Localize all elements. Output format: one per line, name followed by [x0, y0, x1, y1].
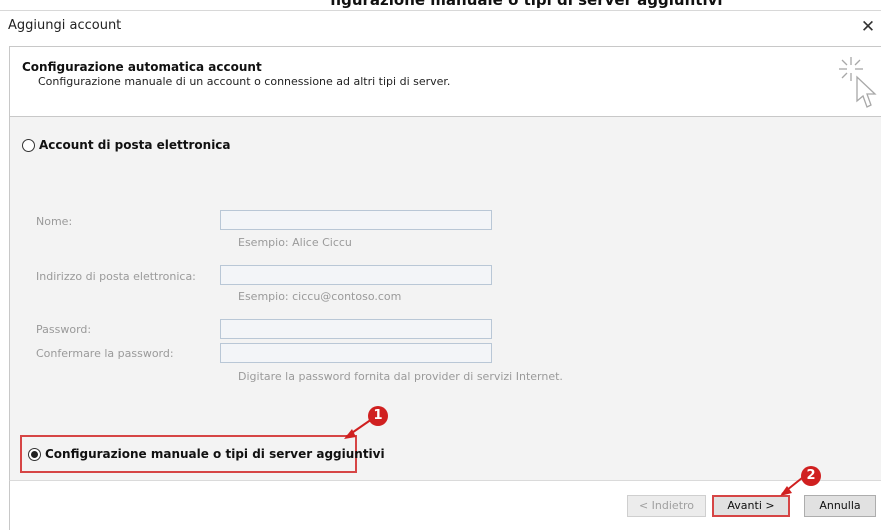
annotation-badge-2: 2 [801, 466, 821, 486]
password-label: Password: [36, 323, 92, 336]
wizard-footer: < Indietro Avanti > Annulla [9, 480, 881, 530]
page-caption: figurazione manuale o tipi di server agg… [0, 0, 881, 10]
password-input[interactable] [220, 319, 492, 339]
confirm-password-input[interactable] [220, 343, 492, 363]
header-title: Configurazione automatica account [22, 60, 262, 74]
back-button[interactable]: < Indietro [627, 495, 706, 517]
wizard-header: Configurazione automatica account Config… [9, 46, 881, 117]
password-hint: Digitare la password fornita dal provide… [238, 370, 563, 383]
name-input[interactable] [220, 210, 492, 230]
radio-email-account[interactable] [22, 138, 35, 152]
email-label: Indirizzo di posta elettronica: [36, 270, 196, 283]
name-label: Nome: [36, 215, 73, 228]
cancel-button[interactable]: Annulla [804, 495, 876, 517]
confirm-password-label: Confermare la password: [36, 347, 174, 360]
cursor-sparkle-icon [839, 57, 877, 108]
option-manual-label: Configurazione manuale o tipi di server … [45, 447, 385, 461]
annotation-badge-1: 1 [368, 406, 388, 426]
radio-manual[interactable] [28, 447, 41, 461]
name-hint: Esempio: Alice Ciccu [238, 236, 352, 249]
window-title: Aggiungi account [8, 18, 122, 33]
option-manual[interactable]: Configurazione manuale o tipi di server … [28, 447, 385, 461]
caption-text: figurazione manuale o tipi di server agg… [330, 0, 723, 9]
close-button[interactable]: ✕ [857, 14, 879, 40]
option-email-account[interactable]: Account di posta elettronica [22, 138, 231, 152]
email-hint: Esempio: ciccu@contoso.com [238, 290, 402, 303]
email-input[interactable] [220, 265, 492, 285]
title-bar: Aggiungi account ✕ [0, 11, 881, 45]
header-subtitle: Configurazione manuale di un account o c… [38, 75, 451, 88]
option-email-account-label: Account di posta elettronica [39, 138, 231, 152]
wizard-content: Account di posta elettronica Nome: Esemp… [9, 117, 881, 480]
